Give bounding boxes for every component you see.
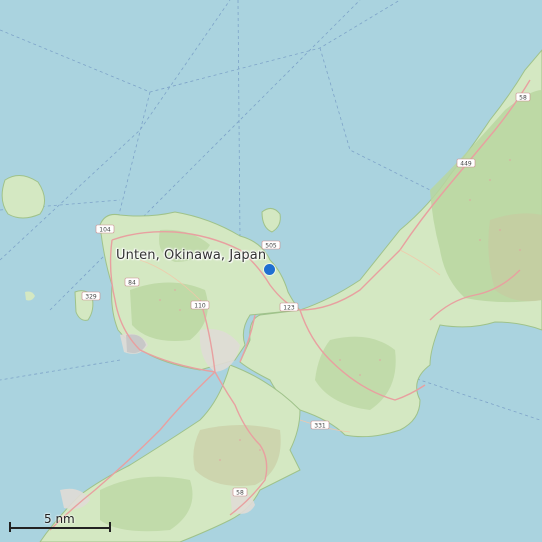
road-ref-449-label: 449	[460, 161, 472, 168]
road-ref-449: 449	[456, 158, 476, 168]
road-ref-329-label: 329	[85, 294, 97, 301]
road-ref-505-label: 505	[265, 243, 277, 250]
road-ref-84: 84	[124, 277, 140, 287]
road-ref-331: 331	[310, 420, 330, 430]
scale-label: 5 nm	[44, 512, 75, 526]
road-ref-331-label: 331	[314, 423, 326, 430]
road-ref-329: 329	[81, 291, 101, 301]
road-ref-123-label: 123	[283, 305, 295, 312]
road-ref-58: 58	[515, 92, 531, 102]
map-view[interactable]: 58 505 104 84 449 110 123 58 331 329 Unten, Okina…	[0, 0, 542, 542]
road-ref-110: 110	[190, 300, 210, 310]
scale-bar-line	[10, 527, 110, 529]
road-ref-110-label: 110	[194, 303, 206, 310]
location-marker[interactable]	[264, 264, 275, 275]
road-ref-123: 123	[279, 302, 299, 312]
road-ref-58-b: 58	[232, 487, 248, 497]
road-ref-58-b-label: 58	[236, 490, 244, 497]
road-ref-104: 104	[95, 224, 115, 234]
road-ref-84-label: 84	[128, 280, 136, 287]
road-ref-58-label: 58	[519, 95, 527, 102]
road-ref-104-label: 104	[99, 227, 111, 234]
scale-tick-right	[109, 522, 111, 532]
place-label: Unten, Okinawa, Japan	[116, 248, 267, 263]
